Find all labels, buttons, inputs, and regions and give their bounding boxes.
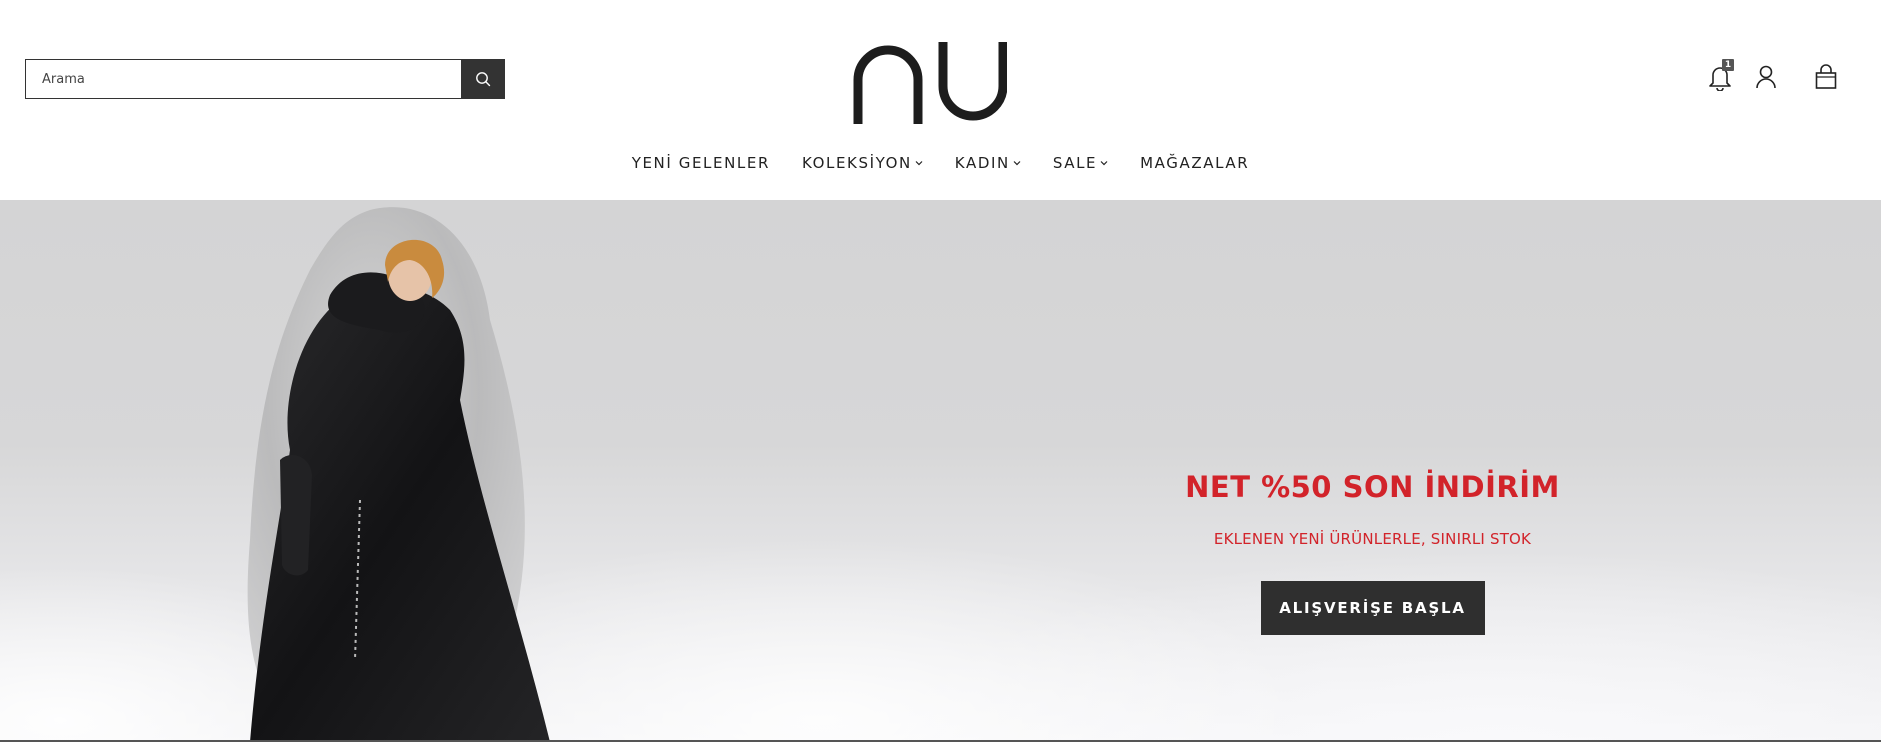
nav-item-stores[interactable]: MAĞAZALAR [1140,154,1249,172]
search-button[interactable] [461,59,505,99]
cart-button[interactable] [1811,62,1841,92]
notification-badge: 1 [1722,59,1734,71]
hero-model-image [247,207,550,742]
promo-block: NET %50 SON İNDİRİM EKLENEN YENİ ÜRÜNLER… [1120,470,1625,635]
site-header: 1 YENİ GELENLER KOLEKSİYON KADIN [0,0,1881,200]
chevron-down-icon [1100,161,1108,166]
nu-logo [853,42,1008,124]
chevron-down-icon [1013,161,1021,166]
notifications-button[interactable]: 1 [1705,59,1735,92]
main-navigation: YENİ GELENLER KOLEKSİYON KADIN SALE MAĞA… [0,154,1881,172]
promo-title: NET %50 SON İNDİRİM [1185,470,1560,504]
nav-item-sale[interactable]: SALE [1053,154,1108,172]
search-bar [25,59,505,99]
nav-item-label: KOLEKSİYON [801,154,912,172]
nav-item-label: YENİ GELENLER [631,154,770,172]
nav-item-women[interactable]: KADIN [955,154,1021,172]
promo-subtitle: EKLENEN YENİ ÜRÜNLERLE, SINIRLI STOK [1213,530,1532,548]
chevron-down-icon [915,161,923,166]
nav-item-collection[interactable]: KOLEKSİYON [802,154,923,172]
bag-icon [1815,64,1837,89]
user-icon [1756,65,1776,89]
nav-item-new-arrivals[interactable]: YENİ GELENLER [632,154,770,172]
nav-item-label: MAĞAZALAR [1140,154,1250,172]
brand-logo[interactable] [852,40,1008,126]
nav-item-label: SALE [1052,154,1098,172]
nav-item-label: KADIN [954,154,1010,172]
account-button[interactable] [1751,62,1781,92]
hero-banner[interactable]: NET %50 SON İNDİRİM EKLENEN YENİ ÜRÜNLER… [0,200,1881,742]
search-icon [476,72,491,87]
start-shopping-button[interactable]: ALIŞVERİŞE BAŞLA [1260,581,1485,635]
search-input[interactable] [25,59,461,99]
header-actions: 1 [1705,59,1841,92]
